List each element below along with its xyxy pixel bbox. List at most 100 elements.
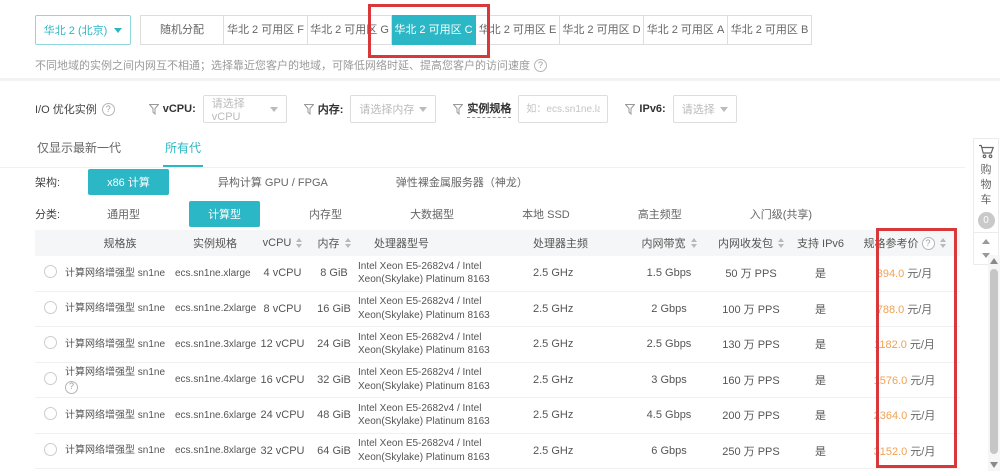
memory-select[interactable]: 请选择内存 — [350, 95, 436, 123]
cat-chip-highfreq[interactable]: 高主频型 — [619, 201, 701, 227]
cell-vcpu: 4 vCPU — [255, 267, 310, 279]
generation-tabs: 仅显示最新一代 所有代 — [0, 133, 965, 168]
ipv6-filter: IPv6: 请选择 — [625, 95, 736, 123]
zone-tab-c-active[interactable]: 华北 2 可用区 C — [392, 15, 476, 45]
cell-vcpu: 24 vCPU — [255, 409, 310, 421]
cell-family: 计算网络增强型 sn1ne — [65, 267, 175, 280]
zone-tab-random[interactable]: 随机分配 — [140, 15, 224, 45]
sort-icon[interactable] — [296, 238, 302, 248]
cell-memory: 64 GiB — [310, 445, 358, 457]
chevron-up-icon[interactable] — [982, 239, 990, 244]
cell-price: 1182.0元/月 — [849, 336, 960, 352]
cell-spec: ecs.sn1ne.4xlarge — [175, 373, 255, 386]
row-radio[interactable] — [44, 407, 57, 420]
scroll-up-icon[interactable] — [990, 258, 998, 264]
table-row[interactable]: 计算网络增强型 sn1ne ecs.sn1ne.6xlarge 24 vCPU … — [35, 398, 960, 434]
cell-cpu-model: Intel Xeon E5-2682v4 / Intel Xeon(Skylak… — [358, 402, 533, 429]
cell-family: 计算网络增强型 sn1ne — [65, 302, 175, 315]
spec-input[interactable] — [518, 95, 608, 123]
header-spec: 实例规格 — [175, 235, 255, 251]
category-label: 分类: — [35, 206, 60, 222]
row-radio[interactable] — [44, 301, 57, 314]
cell-bandwidth: 2.5 Gbps — [628, 338, 710, 350]
cat-chip-general[interactable]: 通用型 — [88, 201, 159, 227]
header-ipv6: 支持 IPv6 — [792, 235, 849, 251]
cell-bandwidth: 1.5 Gbps — [628, 267, 710, 279]
cell-cpu-freq: 2.5 GHz — [533, 267, 628, 279]
vertical-scrollbar[interactable] — [988, 255, 1000, 471]
cell-cpu-model: Intel Xeon E5-2682v4 / Intel Xeon(Skylak… — [358, 260, 533, 287]
header-price[interactable]: 规格参考价? — [849, 235, 960, 251]
spec-filter: 实例规格 — [453, 95, 608, 123]
cell-family: 计算网络增强型 sn1ne ? — [65, 366, 175, 394]
cat-chip-localssd[interactable]: 本地 SSD — [503, 201, 589, 227]
cell-bandwidth: 3 Gbps — [628, 374, 710, 386]
table-row[interactable]: 计算网络增强型 sn1ne ecs.sn1ne.xlarge 4 vCPU 8 … — [35, 256, 960, 292]
cart-panel[interactable]: 购物车 0 — [973, 138, 999, 236]
zone-tab-b[interactable]: 华北 2 可用区 B — [728, 15, 812, 45]
header-bandwidth[interactable]: 内网带宽 — [628, 235, 710, 251]
table-row[interactable]: 计算网络增强型 sn1ne ecs.sn1ne.2xlarge 8 vCPU 1… — [35, 292, 960, 328]
cell-price: 788.0元/月 — [849, 301, 960, 317]
vcpu-select-value: 请选择 vCPU — [212, 95, 270, 123]
zone-tab-a[interactable]: 华北 2 可用区 A — [644, 15, 728, 45]
cell-memory: 8 GiB — [310, 267, 358, 279]
cat-chip-bigdata[interactable]: 大数据型 — [391, 201, 473, 227]
vcpu-select[interactable]: 请选择 vCPU — [203, 95, 287, 123]
arch-chip-gpu-fpga[interactable]: 异构计算 GPU / FPGA — [199, 169, 347, 195]
row-radio[interactable] — [44, 443, 57, 456]
cat-chip-memory[interactable]: 内存型 — [290, 201, 361, 227]
cell-cpu-freq: 2.5 GHz — [533, 374, 628, 386]
cell-price: 394.0元/月 — [849, 265, 960, 281]
row-radio[interactable] — [44, 372, 57, 385]
sort-icon[interactable] — [940, 238, 946, 248]
category-row: 分类: 通用型 计算型 内存型 大数据型 本地 SSD 高主频型 入门级(共享) — [35, 201, 861, 227]
region-select-value: 华北 2 (北京) — [44, 22, 108, 38]
chevron-down-icon — [720, 107, 728, 112]
cell-memory: 16 GiB — [310, 303, 358, 315]
arch-chip-baremetal[interactable]: 弹性裸金属服务器（神龙） — [377, 169, 547, 195]
header-pps[interactable]: 内网收发包 — [710, 235, 792, 251]
help-icon[interactable]: ? — [102, 103, 115, 116]
cell-vcpu: 8 vCPU — [255, 303, 310, 315]
table-row[interactable]: 计算网络增强型 sn1ne ecs.sn1ne.3xlarge 12 vCPU … — [35, 327, 960, 363]
cell-pps: 200 万 PPS — [710, 407, 792, 423]
row-radio[interactable] — [44, 265, 57, 278]
section-divider — [0, 78, 1000, 81]
sort-icon[interactable] — [691, 238, 697, 248]
zone-tab-d[interactable]: 华北 2 可用区 D — [560, 15, 644, 45]
table-row[interactable]: 计算网络增强型 sn1ne ? ecs.sn1ne.4xlarge 16 vCP… — [35, 363, 960, 399]
header-vcpu[interactable]: vCPU — [255, 237, 310, 249]
cat-chip-entry[interactable]: 入门级(共享) — [731, 201, 831, 227]
zone-tab-e[interactable]: 华北 2 可用区 E — [476, 15, 560, 45]
scroll-down-icon[interactable] — [990, 462, 998, 468]
sort-icon[interactable] — [345, 238, 351, 248]
header-cpu-model: 处理器型号 — [358, 235, 533, 251]
help-icon[interactable]: ? — [922, 237, 935, 250]
region-select[interactable]: 华北 2 (北京) — [35, 15, 131, 45]
zone-tab-g[interactable]: 华北 2 可用区 G — [308, 15, 392, 45]
tab-all-generations[interactable]: 所有代 — [163, 133, 203, 167]
header-memory[interactable]: 内存 — [310, 235, 358, 251]
zone-notice: 不同地域的实例之间内网互不相通；选择靠近您客户的地域，可降低网络时延、提高您客户… — [35, 57, 547, 73]
instance-table: 规格族 实例规格 vCPU 内存 处理器型号 处理器主频 内网带宽 内网收发包 … — [35, 230, 960, 469]
cell-pps: 160 万 PPS — [710, 372, 792, 388]
header-cpu-freq: 处理器主频 — [533, 235, 628, 251]
row-radio[interactable] — [44, 336, 57, 349]
arch-chip-x86[interactable]: x86 计算 — [88, 169, 169, 195]
tab-latest-generation[interactable]: 仅显示最新一代 — [35, 133, 123, 167]
sort-icon[interactable] — [778, 238, 784, 248]
architecture-label: 架构: — [35, 174, 60, 190]
ipv6-select[interactable]: 请选择 — [673, 95, 737, 123]
filter-icon — [304, 104, 314, 115]
scrollbar-thumb[interactable] — [990, 269, 998, 454]
cell-spec: ecs.sn1ne.2xlarge — [175, 302, 255, 315]
header-family: 规格族 — [65, 235, 175, 251]
cat-chip-compute[interactable]: 计算型 — [189, 201, 260, 227]
help-icon[interactable]: ? — [65, 381, 78, 394]
table-row[interactable]: 计算网络增强型 sn1ne ecs.sn1ne.8xlarge 32 vCPU … — [35, 434, 960, 470]
help-icon[interactable]: ? — [534, 59, 547, 72]
cell-memory: 32 GiB — [310, 374, 358, 386]
zone-tab-f[interactable]: 华北 2 可用区 F — [224, 15, 308, 45]
cell-vcpu: 32 vCPU — [255, 445, 310, 457]
